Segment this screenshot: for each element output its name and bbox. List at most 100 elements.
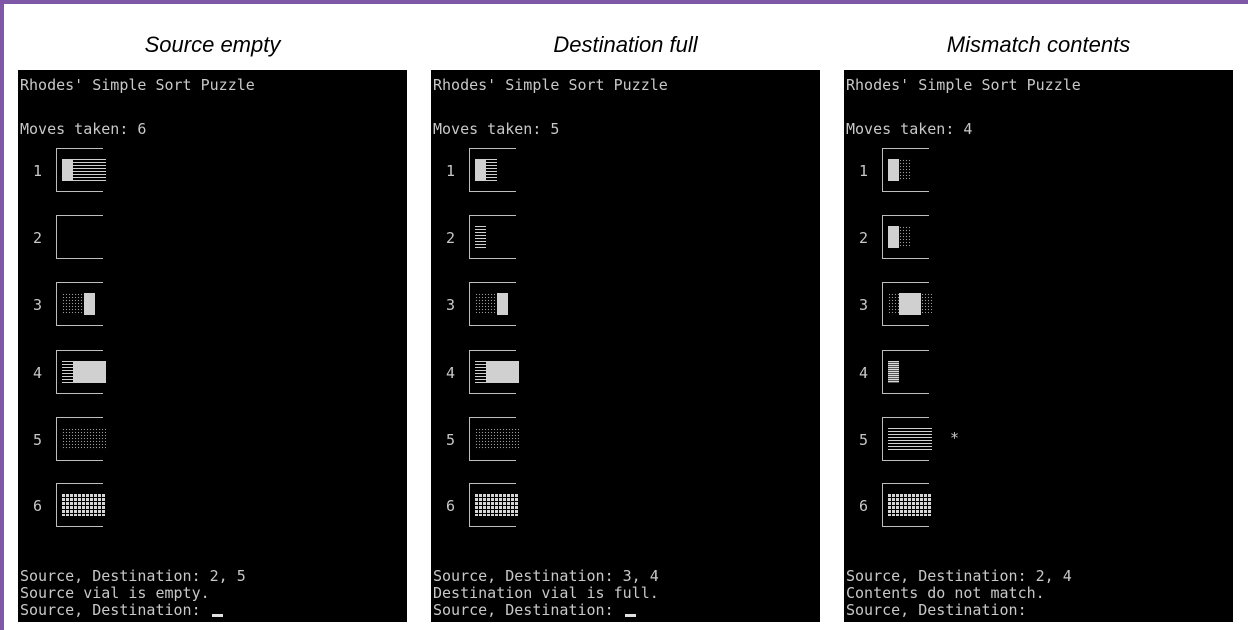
vial-row-6: 6 — [18, 483, 218, 529]
vial-row-6: 6 — [844, 483, 1044, 529]
vial-segment-dash — [62, 361, 73, 383]
vial-segment-dots — [888, 293, 899, 315]
vial-segment-dots — [62, 428, 106, 450]
vial-segment-dash — [475, 226, 486, 248]
vial-number: 3 — [859, 296, 869, 314]
prompt-line-1: Source, Destination: 3, 4 — [433, 567, 659, 585]
console-window[interactable]: Rhodes' Simple Sort Puzzle Moves taken: … — [431, 70, 820, 622]
vial-number: 4 — [446, 364, 456, 382]
frame-left-border — [0, 0, 4, 630]
vial-number: 2 — [446, 229, 456, 247]
panel-source-empty: Source empty Rhodes' Simple Sort Puzzle … — [18, 0, 407, 630]
vial-segment-white — [73, 361, 106, 383]
vial-number: 1 — [33, 162, 43, 180]
text-cursor — [624, 614, 636, 617]
vial-number: 6 — [446, 497, 456, 515]
vial — [469, 282, 516, 326]
vial-segment-dots — [62, 293, 84, 315]
vial-segment-grid — [475, 494, 519, 516]
prompt-text: Source, Destination: — [20, 601, 210, 619]
vial — [56, 483, 106, 527]
vial-row-2: 2 — [431, 215, 631, 261]
prompt-line-2[interactable]: Source, Destination: — [433, 601, 636, 619]
vial — [469, 215, 516, 259]
vial-segment-dots — [921, 293, 932, 315]
vial-segment-dash — [475, 361, 486, 383]
vial-number: 6 — [859, 497, 869, 515]
vial — [56, 282, 103, 326]
vial-segment-white — [475, 159, 486, 181]
vial-number: 4 — [859, 364, 869, 382]
prompt-text: Source, Destination: — [846, 601, 1027, 619]
vial — [469, 148, 516, 192]
vial-row-1: 1 — [431, 148, 631, 194]
message-line: Contents do not match. — [846, 584, 1045, 602]
vial-row-4: 4 — [431, 350, 631, 396]
vial-number: 2 — [33, 229, 43, 247]
vial-segment-white — [486, 361, 519, 383]
vial-segment-white — [899, 293, 921, 315]
vial-segment-white — [888, 226, 899, 248]
console-title: Rhodes' Simple Sort Puzzle — [846, 76, 1081, 94]
vial-number: 6 — [33, 497, 43, 515]
vial-number: 5 — [859, 431, 869, 449]
vial-number: 3 — [446, 296, 456, 314]
message-line: Source vial is empty. — [20, 584, 210, 602]
vial-marker: * — [950, 429, 960, 447]
vial-segment-dots — [899, 226, 910, 248]
prompt-line-1: Source, Destination: 2, 5 — [20, 567, 246, 585]
vial-segment-hatch — [888, 361, 899, 383]
vial — [469, 483, 519, 527]
vial-row-6: 6 — [431, 483, 631, 529]
vial — [56, 148, 106, 192]
vial-row-5: 5 — [18, 417, 218, 463]
vial-number: 3 — [33, 296, 43, 314]
vial-row-2: 2 — [844, 215, 1044, 261]
vial — [882, 282, 932, 326]
prompt-text: Source, Destination: — [433, 601, 623, 619]
console-title: Rhodes' Simple Sort Puzzle — [20, 76, 255, 94]
console-window[interactable]: Rhodes' Simple Sort Puzzle Moves taken: … — [18, 70, 407, 622]
vial-segment-grid — [888, 494, 932, 516]
panel-destination-full: Destination full Rhodes' Simple Sort Puz… — [431, 0, 820, 630]
prompt-line-2[interactable]: Source, Destination: — [20, 601, 223, 619]
vial — [882, 417, 932, 461]
vial-row-5: 5 * — [844, 417, 1044, 463]
vial — [882, 148, 929, 192]
vial-segment-dash — [486, 159, 497, 181]
vial — [469, 417, 519, 461]
vial-number: 5 — [446, 431, 456, 449]
vial-segment-dash — [888, 428, 932, 450]
message-line: Destination vial is full. — [433, 584, 659, 602]
panel-caption: Source empty — [144, 32, 281, 57]
vial — [469, 350, 519, 394]
vial-segment-dots — [899, 159, 910, 181]
vial-segment-dash — [73, 159, 106, 181]
vial-segment-grid — [62, 494, 106, 516]
panel-mismatch-contents: Mismatch contents Rhodes' Simple Sort Pu… — [844, 0, 1233, 630]
vial-segment-white — [888, 159, 899, 181]
prompt-line-2[interactable]: Source, Destination: — [846, 601, 1027, 619]
vial-number: 5 — [33, 431, 43, 449]
vial-row-4: 4 — [18, 350, 218, 396]
vial-row-3: 3 — [18, 282, 218, 328]
vial — [882, 350, 929, 394]
moves-taken: Moves taken: 6 — [20, 120, 147, 138]
panel-caption: Destination full — [553, 32, 698, 57]
moves-taken: Moves taken: 5 — [433, 120, 560, 138]
vial-number: 1 — [859, 162, 869, 180]
vial — [882, 483, 932, 527]
vial — [882, 215, 929, 259]
vial-row-4: 4 — [844, 350, 1044, 396]
vial — [56, 350, 106, 394]
vial-number: 1 — [446, 162, 456, 180]
vial-row-3: 3 — [431, 282, 631, 328]
vial-segment-white — [62, 159, 73, 181]
vial-segment-white — [497, 293, 508, 315]
vial-row-3: 3 — [844, 282, 1044, 328]
vial-row-1: 1 — [844, 148, 1044, 194]
vial-segment-dots — [475, 428, 519, 450]
console-window[interactable]: Rhodes' Simple Sort Puzzle Moves taken: … — [844, 70, 1233, 622]
vial-row-2: 2 — [18, 215, 218, 261]
prompt-line-1: Source, Destination: 2, 4 — [846, 567, 1072, 585]
